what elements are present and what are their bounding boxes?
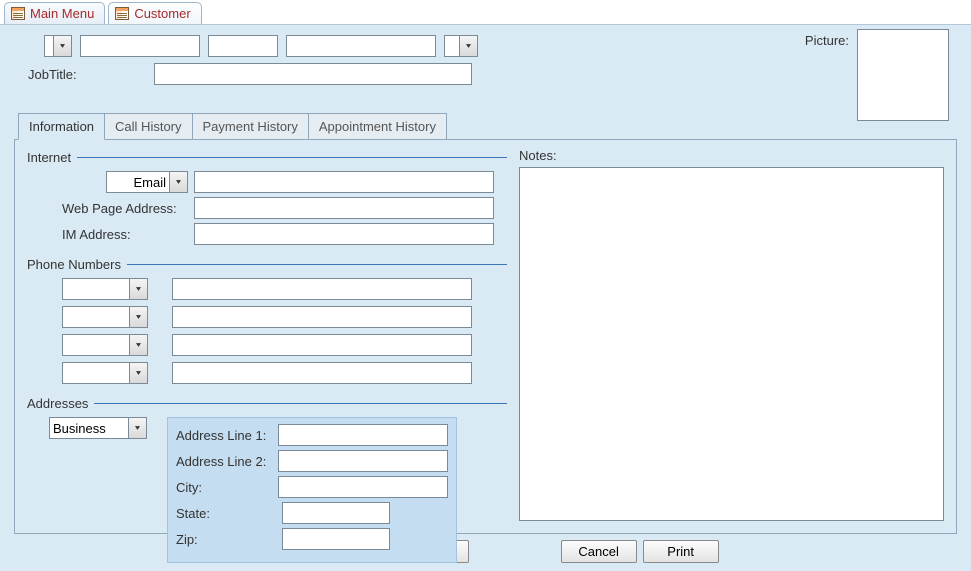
picture-section: Picture: bbox=[805, 29, 949, 121]
form-icon bbox=[115, 7, 129, 20]
chevron-down-icon bbox=[136, 286, 141, 292]
addr-city-label: City: bbox=[176, 480, 272, 495]
picture-label: Picture: bbox=[805, 29, 849, 121]
chevron-down-icon bbox=[136, 342, 141, 348]
jobtitle-label: JobTitle: bbox=[28, 67, 144, 82]
phone2-input[interactable] bbox=[172, 306, 472, 328]
jobtitle-input[interactable] bbox=[154, 63, 472, 85]
im-label: IM Address: bbox=[62, 227, 188, 242]
phone3-input[interactable] bbox=[172, 334, 472, 356]
customer-form: Picture: JobTitle: Information Call Hist… bbox=[0, 25, 971, 568]
group-label: Phone Numbers bbox=[27, 257, 121, 272]
phone4-type-input[interactable] bbox=[63, 363, 129, 383]
notes-label: Notes: bbox=[519, 148, 944, 163]
addr-zip-input[interactable] bbox=[282, 528, 390, 550]
chevron-down-icon bbox=[466, 43, 471, 49]
form-icon bbox=[11, 7, 25, 20]
phone3-type-input[interactable] bbox=[63, 335, 129, 355]
email-type-combo[interactable] bbox=[106, 171, 188, 193]
suffix-combo[interactable] bbox=[444, 35, 478, 57]
addr-line2-input[interactable] bbox=[278, 450, 448, 472]
chevron-down-icon bbox=[135, 425, 140, 431]
addr-city-input[interactable] bbox=[278, 476, 448, 498]
tab-label: Main Menu bbox=[30, 6, 94, 21]
divider bbox=[77, 157, 507, 158]
address-type-combo[interactable] bbox=[49, 417, 147, 439]
title-dropdown-button[interactable] bbox=[53, 36, 71, 56]
group-label: Addresses bbox=[27, 396, 88, 411]
phone1-type-input[interactable] bbox=[63, 279, 129, 299]
information-panel: Internet Web Page Address: bbox=[14, 139, 957, 534]
addr-line2-label: Address Line 2: bbox=[176, 454, 272, 469]
divider bbox=[94, 403, 507, 404]
tab-call-history[interactable]: Call History bbox=[104, 113, 192, 140]
phone2-type-combo[interactable] bbox=[62, 306, 148, 328]
divider bbox=[127, 264, 507, 265]
internet-group-title: Internet bbox=[27, 150, 507, 165]
email-type-dropdown-button[interactable] bbox=[169, 172, 187, 192]
middle-input[interactable] bbox=[208, 35, 278, 57]
tab-label: Customer bbox=[134, 6, 190, 21]
addr-state-label: State: bbox=[176, 506, 276, 521]
email-input[interactable] bbox=[194, 171, 494, 193]
phone2-dropdown-button[interactable] bbox=[129, 307, 147, 327]
phone3-dropdown-button[interactable] bbox=[129, 335, 147, 355]
email-type-input[interactable] bbox=[107, 172, 169, 192]
phone4-type-combo[interactable] bbox=[62, 362, 148, 384]
address-type-input[interactable] bbox=[50, 418, 128, 438]
addr-zip-label: Zip: bbox=[176, 532, 276, 547]
tab-customer[interactable]: Customer bbox=[108, 2, 201, 24]
picture-frame[interactable] bbox=[857, 29, 949, 121]
document-tabs: Main Menu Customer bbox=[0, 0, 971, 25]
tab-information[interactable]: Information bbox=[18, 113, 105, 140]
chevron-down-icon bbox=[60, 43, 65, 49]
print-button[interactable]: Print bbox=[643, 540, 719, 563]
addr-line1-input[interactable] bbox=[278, 424, 448, 446]
phone3-type-combo[interactable] bbox=[62, 334, 148, 356]
tab-appointment-history[interactable]: Appointment History bbox=[308, 113, 447, 140]
chevron-down-icon bbox=[136, 314, 141, 320]
lastname-input[interactable] bbox=[286, 35, 436, 57]
addr-state-input[interactable] bbox=[282, 502, 390, 524]
chevron-down-icon bbox=[176, 179, 181, 185]
phone1-dropdown-button[interactable] bbox=[129, 279, 147, 299]
suffix-dropdown-button[interactable] bbox=[459, 36, 477, 56]
group-label: Internet bbox=[27, 150, 71, 165]
chevron-down-icon bbox=[136, 370, 141, 376]
address-panel: Address Line 1: Address Line 2: City: bbox=[167, 417, 457, 563]
phone1-type-combo[interactable] bbox=[62, 278, 148, 300]
phone4-input[interactable] bbox=[172, 362, 472, 384]
phone1-input[interactable] bbox=[172, 278, 472, 300]
phone2-type-input[interactable] bbox=[63, 307, 129, 327]
im-input[interactable] bbox=[194, 223, 494, 245]
tab-main-menu[interactable]: Main Menu bbox=[4, 2, 105, 24]
phone4-dropdown-button[interactable] bbox=[129, 363, 147, 383]
cancel-button[interactable]: Cancel bbox=[561, 540, 637, 563]
addresses-group-title: Addresses bbox=[27, 396, 507, 411]
webpage-input[interactable] bbox=[194, 197, 494, 219]
address-type-dropdown-button[interactable] bbox=[128, 418, 146, 438]
title-input[interactable] bbox=[45, 36, 53, 56]
phone-group-title: Phone Numbers bbox=[27, 257, 507, 272]
addr-line1-label: Address Line 1: bbox=[176, 428, 272, 443]
firstname-input[interactable] bbox=[80, 35, 200, 57]
notes-textarea[interactable] bbox=[519, 167, 944, 521]
tab-payment-history[interactable]: Payment History bbox=[192, 113, 309, 140]
webpage-label: Web Page Address: bbox=[62, 201, 188, 216]
title-combo[interactable] bbox=[44, 35, 72, 57]
suffix-input[interactable] bbox=[445, 36, 459, 56]
